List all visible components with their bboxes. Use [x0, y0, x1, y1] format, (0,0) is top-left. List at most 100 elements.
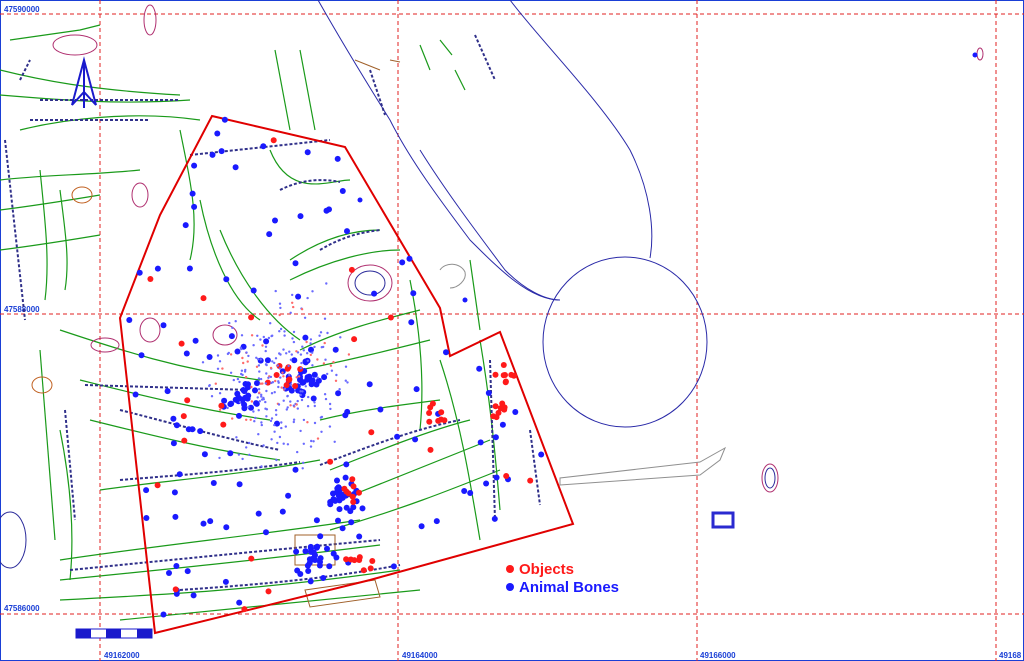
small-find: [302, 418, 306, 422]
small-find: [299, 367, 303, 370]
small-find: [262, 444, 265, 447]
small-find: [279, 306, 282, 310]
bone-point: [335, 390, 342, 397]
object-point: [527, 477, 534, 484]
small-find: [302, 461, 305, 464]
small-find: [241, 373, 244, 377]
small-find: [323, 393, 327, 396]
small-find: [295, 403, 298, 406]
small-find: [281, 371, 284, 374]
small-find: [282, 442, 285, 445]
bone-point: [236, 481, 243, 488]
small-find: [221, 367, 224, 370]
object-point: [438, 409, 445, 416]
small-find: [282, 375, 285, 378]
small-find: [260, 465, 263, 468]
bone-point: [320, 575, 327, 581]
small-find: [329, 364, 333, 367]
bone-point: [228, 400, 235, 407]
bone-point: [189, 426, 196, 433]
bone-point: [324, 545, 330, 552]
small-find: [285, 408, 288, 411]
small-find: [282, 399, 285, 402]
bone-point: [214, 130, 221, 137]
bone-point: [476, 365, 483, 372]
small-find: [306, 296, 309, 300]
bone-point: [344, 228, 350, 235]
bone-point: [485, 390, 492, 396]
small-find: [273, 391, 276, 394]
small-find: [328, 402, 332, 406]
small-find: [333, 440, 336, 443]
x-label-3: 49166000: [700, 651, 736, 660]
bone-point: [143, 515, 150, 521]
small-find: [276, 441, 279, 445]
small-find: [316, 437, 320, 440]
small-find: [269, 375, 273, 379]
small-find: [292, 420, 295, 424]
small-find: [260, 423, 263, 427]
object-point: [369, 558, 376, 564]
small-find: [335, 373, 338, 377]
small-find: [265, 415, 268, 418]
small-find: [299, 393, 302, 397]
bone-point: [307, 377, 314, 384]
small-find: [238, 380, 241, 384]
bone-point: [126, 317, 133, 323]
bone-point: [297, 213, 304, 220]
bone-point: [207, 518, 214, 525]
small-find: [255, 365, 259, 368]
small-find: [265, 363, 268, 367]
small-find: [260, 393, 263, 396]
small-find: [259, 358, 262, 361]
small-find: [273, 423, 276, 427]
small-find: [275, 413, 278, 416]
bone-point: [316, 562, 323, 569]
small-find: [344, 379, 347, 382]
bone-point: [210, 480, 217, 486]
bone-point: [336, 495, 343, 502]
small-find: [306, 421, 309, 424]
small-find: [244, 368, 247, 372]
small-find: [309, 445, 313, 448]
bone-point: [311, 371, 318, 378]
object-point: [343, 488, 350, 495]
bone-point: [310, 395, 317, 402]
bone-point: [279, 508, 286, 515]
small-find: [241, 457, 244, 461]
bone-point: [339, 188, 346, 194]
bone-point: [266, 231, 273, 238]
small-find: [289, 404, 292, 407]
bone-point: [330, 496, 337, 503]
small-find: [305, 340, 308, 344]
small-find: [237, 453, 241, 456]
small-find: [316, 376, 319, 379]
small-find: [250, 334, 254, 337]
small-find: [326, 372, 329, 376]
small-find: [260, 421, 263, 424]
object-point: [435, 417, 442, 424]
small-find: [271, 334, 274, 337]
bone-point: [170, 415, 177, 422]
small-find: [299, 353, 303, 356]
small-find: [301, 390, 304, 393]
x-label-2: 49164000: [402, 651, 438, 660]
small-find: [245, 351, 248, 354]
small-find: [306, 352, 309, 355]
bone-point: [245, 392, 252, 399]
object-point: [490, 413, 497, 420]
bone-point: [253, 400, 260, 407]
small-find: [283, 334, 286, 337]
small-find: [328, 425, 332, 428]
bone-point: [418, 523, 425, 530]
bone-point: [342, 474, 349, 481]
bone-point: [182, 222, 189, 229]
small-find: [301, 345, 304, 348]
small-find: [289, 358, 293, 361]
small-find: [300, 398, 304, 402]
bone-point: [357, 197, 363, 203]
small-find: [324, 358, 327, 361]
bone-point: [255, 510, 262, 517]
bone-point: [272, 217, 278, 224]
bone-point: [493, 474, 500, 481]
